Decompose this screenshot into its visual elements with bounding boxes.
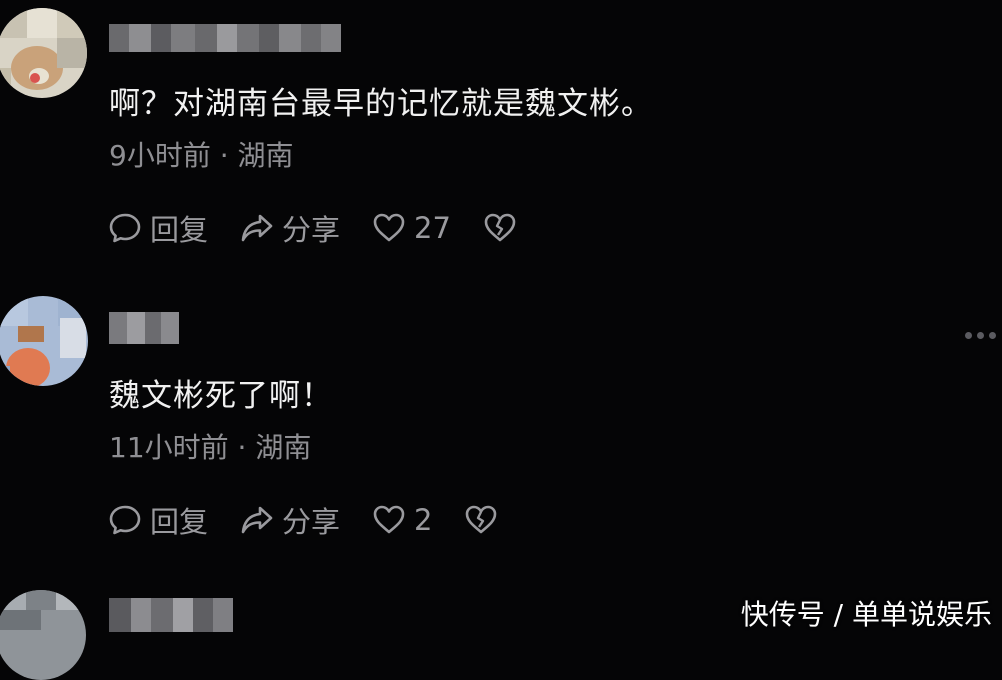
comment-meta: 9小时前 · 湖南 [109, 139, 294, 172]
comment-actions: 回复 分享 2 [108, 500, 530, 540]
like-count: 27 [414, 211, 451, 245]
like-button[interactable]: 2 [372, 503, 432, 537]
comment-item-2: 魏文彬死了啊！ 11小时前 · 湖南 回复 分享 2 [0, 290, 1002, 560]
share-button[interactable]: 分享 [240, 499, 340, 541]
avatar[interactable] [0, 8, 87, 98]
comment-bubble-icon [109, 505, 141, 535]
share-arrow-icon [241, 506, 273, 534]
like-count: 2 [414, 503, 433, 537]
comment-text: 啊？对湖南台最早的记忆就是魏文彬。 [109, 86, 653, 122]
reply-button[interactable]: 回复 [108, 207, 208, 249]
username-blurred[interactable] [109, 24, 341, 52]
avatar[interactable] [0, 296, 88, 386]
share-arrow-icon [241, 214, 273, 242]
broken-heart-icon [484, 213, 516, 242]
share-label: 分享 [282, 213, 341, 247]
dislike-button[interactable] [483, 211, 517, 245]
reply-label: 回复 [150, 505, 209, 539]
comment-bubble-icon [109, 213, 141, 243]
heart-icon [373, 213, 405, 242]
like-button[interactable]: 27 [372, 211, 451, 245]
watermark: 快传号 / 单单说娱乐 [740, 598, 992, 631]
share-button[interactable]: 分享 [240, 207, 340, 249]
username-blurred[interactable] [109, 598, 233, 632]
comment-meta: 11小时前 · 湖南 [109, 431, 312, 464]
comment-actions: 回复 分享 27 [108, 208, 549, 248]
reply-label: 回复 [150, 213, 209, 247]
avatar[interactable] [0, 590, 86, 680]
username-blurred[interactable] [109, 312, 179, 344]
dislike-button[interactable] [464, 503, 498, 537]
reply-button[interactable]: 回复 [108, 499, 208, 541]
share-label: 分享 [282, 505, 341, 539]
heart-icon [373, 505, 405, 534]
comment-text: 魏文彬死了啊！ [109, 378, 333, 414]
broken-heart-icon [466, 505, 497, 534]
comment-item-1: 啊？对湖南台最早的记忆就是魏文彬。 9小时前 · 湖南 回复 分享 27 [0, 0, 1002, 270]
